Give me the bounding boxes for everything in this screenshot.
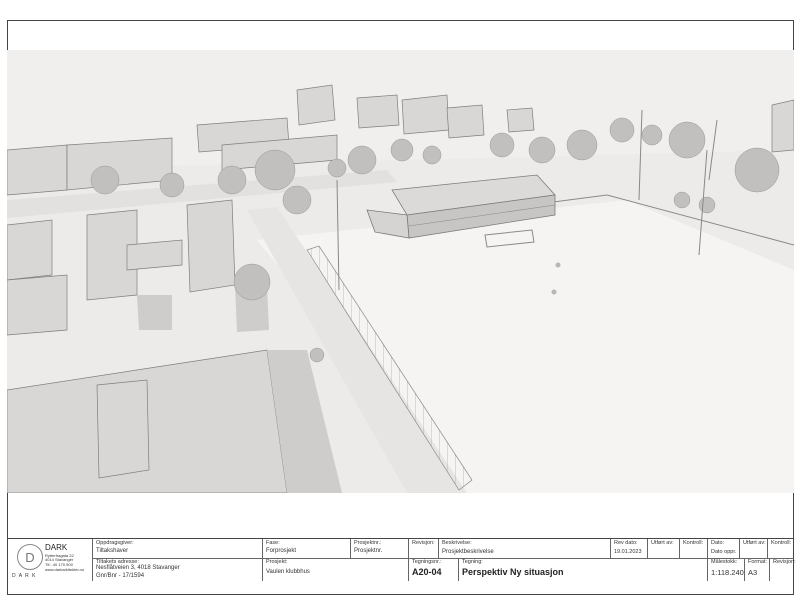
prosjekt-label: Prosjekt: — [266, 559, 288, 565]
tiltak-address: Nesflåtveien 3, 4018 Stavanger — [96, 565, 180, 571]
check-cell-2: Kontroll: — [767, 539, 794, 558]
check-cell-1: Kontroll: — [679, 539, 707, 558]
dato-label: Dato: — [711, 540, 725, 546]
phase-cell: Fase: Forprosjekt — [262, 539, 350, 558]
prosjekt-value: Vaulen klubbhus — [266, 569, 310, 575]
logo-icon: D — [17, 544, 43, 570]
project-number-cell: Prosjektnr.: Prosjektnr. — [350, 539, 408, 558]
firm-name: DARK — [45, 543, 68, 552]
revisjon-label: Revisjon: — [412, 540, 435, 546]
description-cell: Beskrivelse: Prosjektbeskrivelse — [438, 539, 610, 558]
done-by-cell-2: Utført av: — [739, 539, 767, 558]
tegning-label: Tegning: — [462, 559, 483, 565]
client-cell: Oppdragsgiver: Tiltakshaver Tiltakets ad… — [92, 539, 263, 581]
revision-cell-2: Revisjon: — [769, 558, 796, 581]
prosjektnr-value: Prosjektnr. — [354, 548, 383, 554]
kontroll1-label: Kontroll: — [683, 540, 704, 546]
utfort2-label: Utført av: — [743, 540, 766, 546]
done-by-cell-1: Utført av: — [647, 539, 679, 558]
kontroll2-label: Kontroll: — [771, 540, 792, 546]
drawing-title-cell: Tegning: Perspektiv Ny situasjon — [458, 558, 707, 581]
malestokk-label: Målestokk: — [711, 559, 738, 565]
tegningsnr-value: A20-04 — [412, 567, 442, 577]
utfort1-label: Utført av: — [651, 540, 674, 546]
drawing-number-cell: Tegningsnr.: A20-04 — [408, 558, 458, 581]
revdato-value: 19.01.2023 — [614, 549, 642, 555]
tegningsnr-label: Tegningsnr.: — [412, 559, 442, 565]
title-block: D DARK Rytterfragata 22 4014 Stavanger T… — [7, 538, 796, 581]
revdato-label: Rev dato: — [614, 540, 638, 546]
malestokk-value: 1:118.240 — [711, 568, 744, 577]
format-label: Format: — [748, 559, 767, 565]
firm-web: www.darkarkitekter.no — [45, 567, 85, 572]
scale-cell: Målestokk: 1:118.240 — [707, 558, 744, 581]
oppdragsgiver-label: Oppdragsgiver: — [96, 540, 134, 546]
beskrivelse-label: Beskrivelse: — [442, 540, 472, 546]
format-cell: Format: A3 — [744, 558, 769, 581]
site-perspective-image — [7, 50, 794, 493]
format-value: A3 — [748, 568, 758, 577]
gnr-bnr: Gnr/Bnr - 17/1594 — [96, 573, 145, 579]
beskrivelse-value: Prosjektbeskrivelse — [442, 549, 494, 555]
date-cell: Dato: Dato oppr. — [707, 539, 739, 558]
tegning-value: Perspektiv Ny situasjon — [462, 567, 564, 577]
prosjektnr-label: Prosjektnr.: — [354, 540, 382, 546]
perspective-render — [7, 50, 794, 493]
revisjon2-label: Revisjon: — [773, 559, 796, 565]
oppdragsgiver-value: Tiltakshaver — [96, 548, 129, 554]
firm-wordmark: D A R K — [12, 573, 37, 579]
rev-date-cell: Rev dato: 19.01.2023 — [610, 539, 647, 558]
fase-value: Forprosjekt — [266, 548, 297, 554]
revision-cell: Revisjon: — [408, 539, 438, 558]
project-cell: Prosjekt: Vaulen klubbhus — [262, 558, 408, 581]
fase-label: Fase: — [266, 540, 280, 546]
dato-value: Dato oppr. — [711, 549, 737, 555]
